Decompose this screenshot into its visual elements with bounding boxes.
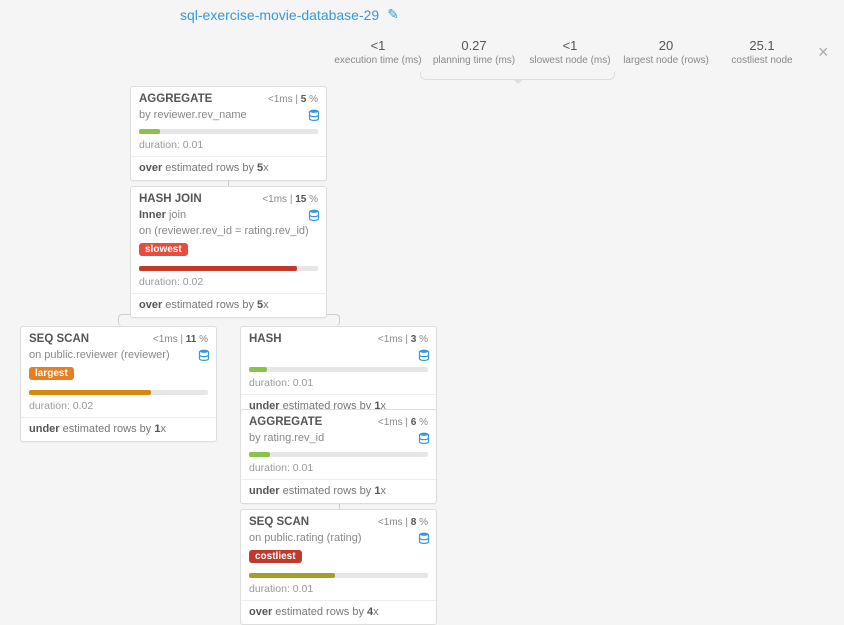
- node-bar: [29, 390, 208, 395]
- node-title: HASH: [249, 333, 282, 345]
- node-sub: on public.reviewer (reviewer): [29, 349, 170, 361]
- database-icon: [198, 349, 210, 361]
- database-icon: [418, 432, 430, 444]
- node-duration: duration: 0.01: [131, 136, 326, 156]
- badge-costliest: costliest: [249, 550, 302, 563]
- node-meta: <1ms | 11 %: [153, 334, 208, 345]
- database-icon: [308, 109, 320, 121]
- node-seqscan-reviewer[interactable]: SEQ SCAN <1ms | 11 % on public.reviewer (…: [20, 326, 217, 442]
- node-title: SEQ SCAN: [29, 333, 89, 345]
- node-on: on (reviewer.rev_id = rating.rev_id): [139, 225, 309, 237]
- node-estimate: over estimated rows by 5x: [131, 157, 326, 180]
- node-meta: <1ms | 8 %: [378, 517, 428, 528]
- node-estimate: over estimated rows by 5x: [131, 294, 326, 317]
- node-meta: <1ms | 6 %: [378, 417, 428, 428]
- node-hash-join[interactable]: HASH JOIN<1ms | 15 % Inner join on (revi…: [130, 186, 327, 318]
- node-duration: duration: 0.01: [241, 374, 436, 394]
- node-meta: <1ms | 5 %: [268, 94, 318, 105]
- node-title: SEQ SCAN: [249, 516, 309, 528]
- stat-slow: <1slowest node (ms): [522, 38, 618, 67]
- node-bar: [249, 573, 428, 578]
- stats-tab-indicator: [420, 72, 615, 80]
- badge-slowest: slowest: [139, 243, 188, 256]
- pencil-icon[interactable]: ✎: [387, 6, 399, 23]
- database-icon: [418, 532, 430, 544]
- node-aggregate-reviewer[interactable]: AGGREGATE <1ms | 5 % by reviewer.rev_name…: [130, 86, 327, 181]
- node-bar: [139, 266, 318, 271]
- node-duration: duration: 0.02: [21, 397, 216, 417]
- node-title: AGGREGATE: [249, 416, 322, 428]
- node-title: AGGREGATE: [139, 93, 212, 105]
- stat-large: 20largest node (rows): [618, 38, 714, 67]
- node-duration: duration: 0.02: [131, 273, 326, 293]
- node-seqscan-rating[interactable]: SEQ SCAN <1ms | 8 % on public.rating (rat…: [240, 509, 437, 625]
- node-meta: <1ms | 3 %: [378, 334, 428, 345]
- node-bar: [139, 129, 318, 134]
- plan-title[interactable]: sql-exercise-movie-database-29: [180, 7, 379, 23]
- node-bar: [249, 367, 428, 372]
- node-sub: on public.rating (rating): [249, 532, 362, 544]
- stat-plan: 0.27planning time (ms): [426, 38, 522, 67]
- database-icon: [418, 349, 430, 361]
- stat-exec: <1execution time (ms): [330, 38, 426, 67]
- database-icon: [308, 209, 320, 221]
- node-title: HASH JOIN: [139, 193, 202, 205]
- badge-largest: largest: [29, 367, 74, 380]
- node-aggregate-rating[interactable]: AGGREGATE <1ms | 6 % by rating.rev_id dur…: [240, 409, 437, 504]
- node-meta: <1ms | 15 %: [262, 194, 318, 205]
- stat-cost: 25.1costliest node: [714, 38, 810, 67]
- node-estimate: under estimated rows by 1x: [21, 418, 216, 441]
- node-sub: by rating.rev_id: [249, 432, 324, 444]
- node-duration: duration: 0.01: [241, 580, 436, 600]
- close-icon[interactable]: ×: [810, 38, 837, 67]
- node-bar: [249, 452, 428, 457]
- node-sub: by reviewer.rev_name: [139, 109, 247, 121]
- node-estimate: over estimated rows by 4x: [241, 601, 436, 624]
- node-hash[interactable]: HASH<1ms | 3 % duration: 0.01 under esti…: [240, 326, 437, 419]
- node-estimate: under estimated rows by 1x: [241, 480, 436, 503]
- node-duration: duration: 0.01: [241, 459, 436, 479]
